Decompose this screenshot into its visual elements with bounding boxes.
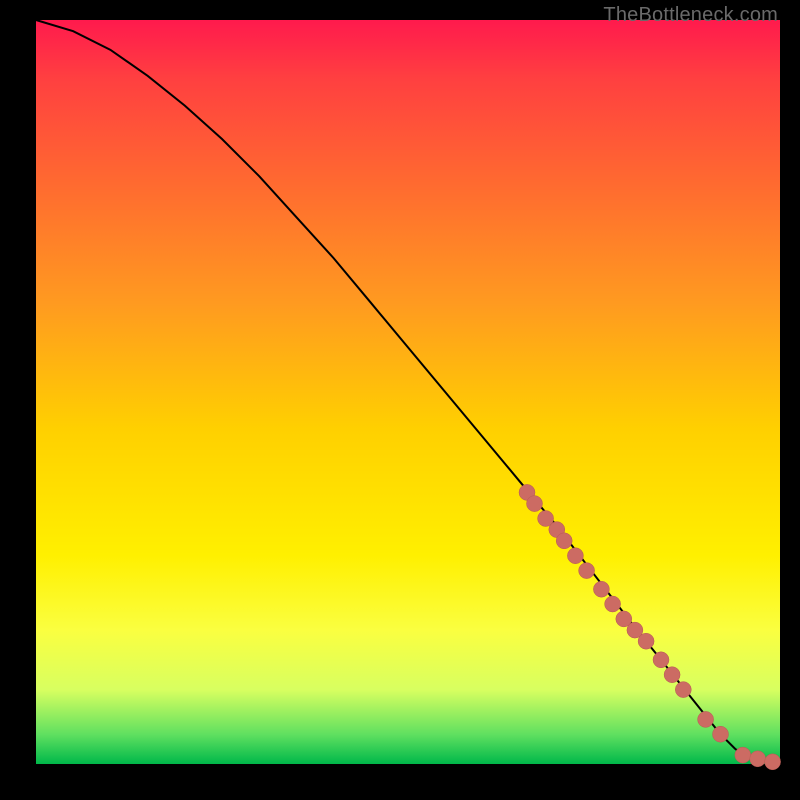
data-point bbox=[567, 548, 583, 564]
data-point bbox=[579, 563, 595, 579]
data-point bbox=[765, 754, 781, 770]
data-point bbox=[713, 726, 729, 742]
data-point bbox=[638, 633, 654, 649]
data-point bbox=[698, 711, 714, 727]
scatter-points bbox=[519, 484, 781, 769]
data-point bbox=[556, 533, 572, 549]
data-point bbox=[664, 667, 680, 683]
chart-svg bbox=[36, 20, 780, 764]
data-point bbox=[750, 751, 766, 767]
data-point bbox=[527, 496, 543, 512]
chart-frame: TheBottleneck.com bbox=[0, 0, 800, 800]
watermark-text: TheBottleneck.com bbox=[603, 4, 778, 27]
plot-area bbox=[36, 20, 780, 764]
data-point bbox=[675, 682, 691, 698]
data-point bbox=[605, 596, 621, 612]
data-point bbox=[735, 747, 751, 763]
curve-line bbox=[36, 20, 780, 763]
data-point bbox=[653, 652, 669, 668]
data-point bbox=[593, 581, 609, 597]
